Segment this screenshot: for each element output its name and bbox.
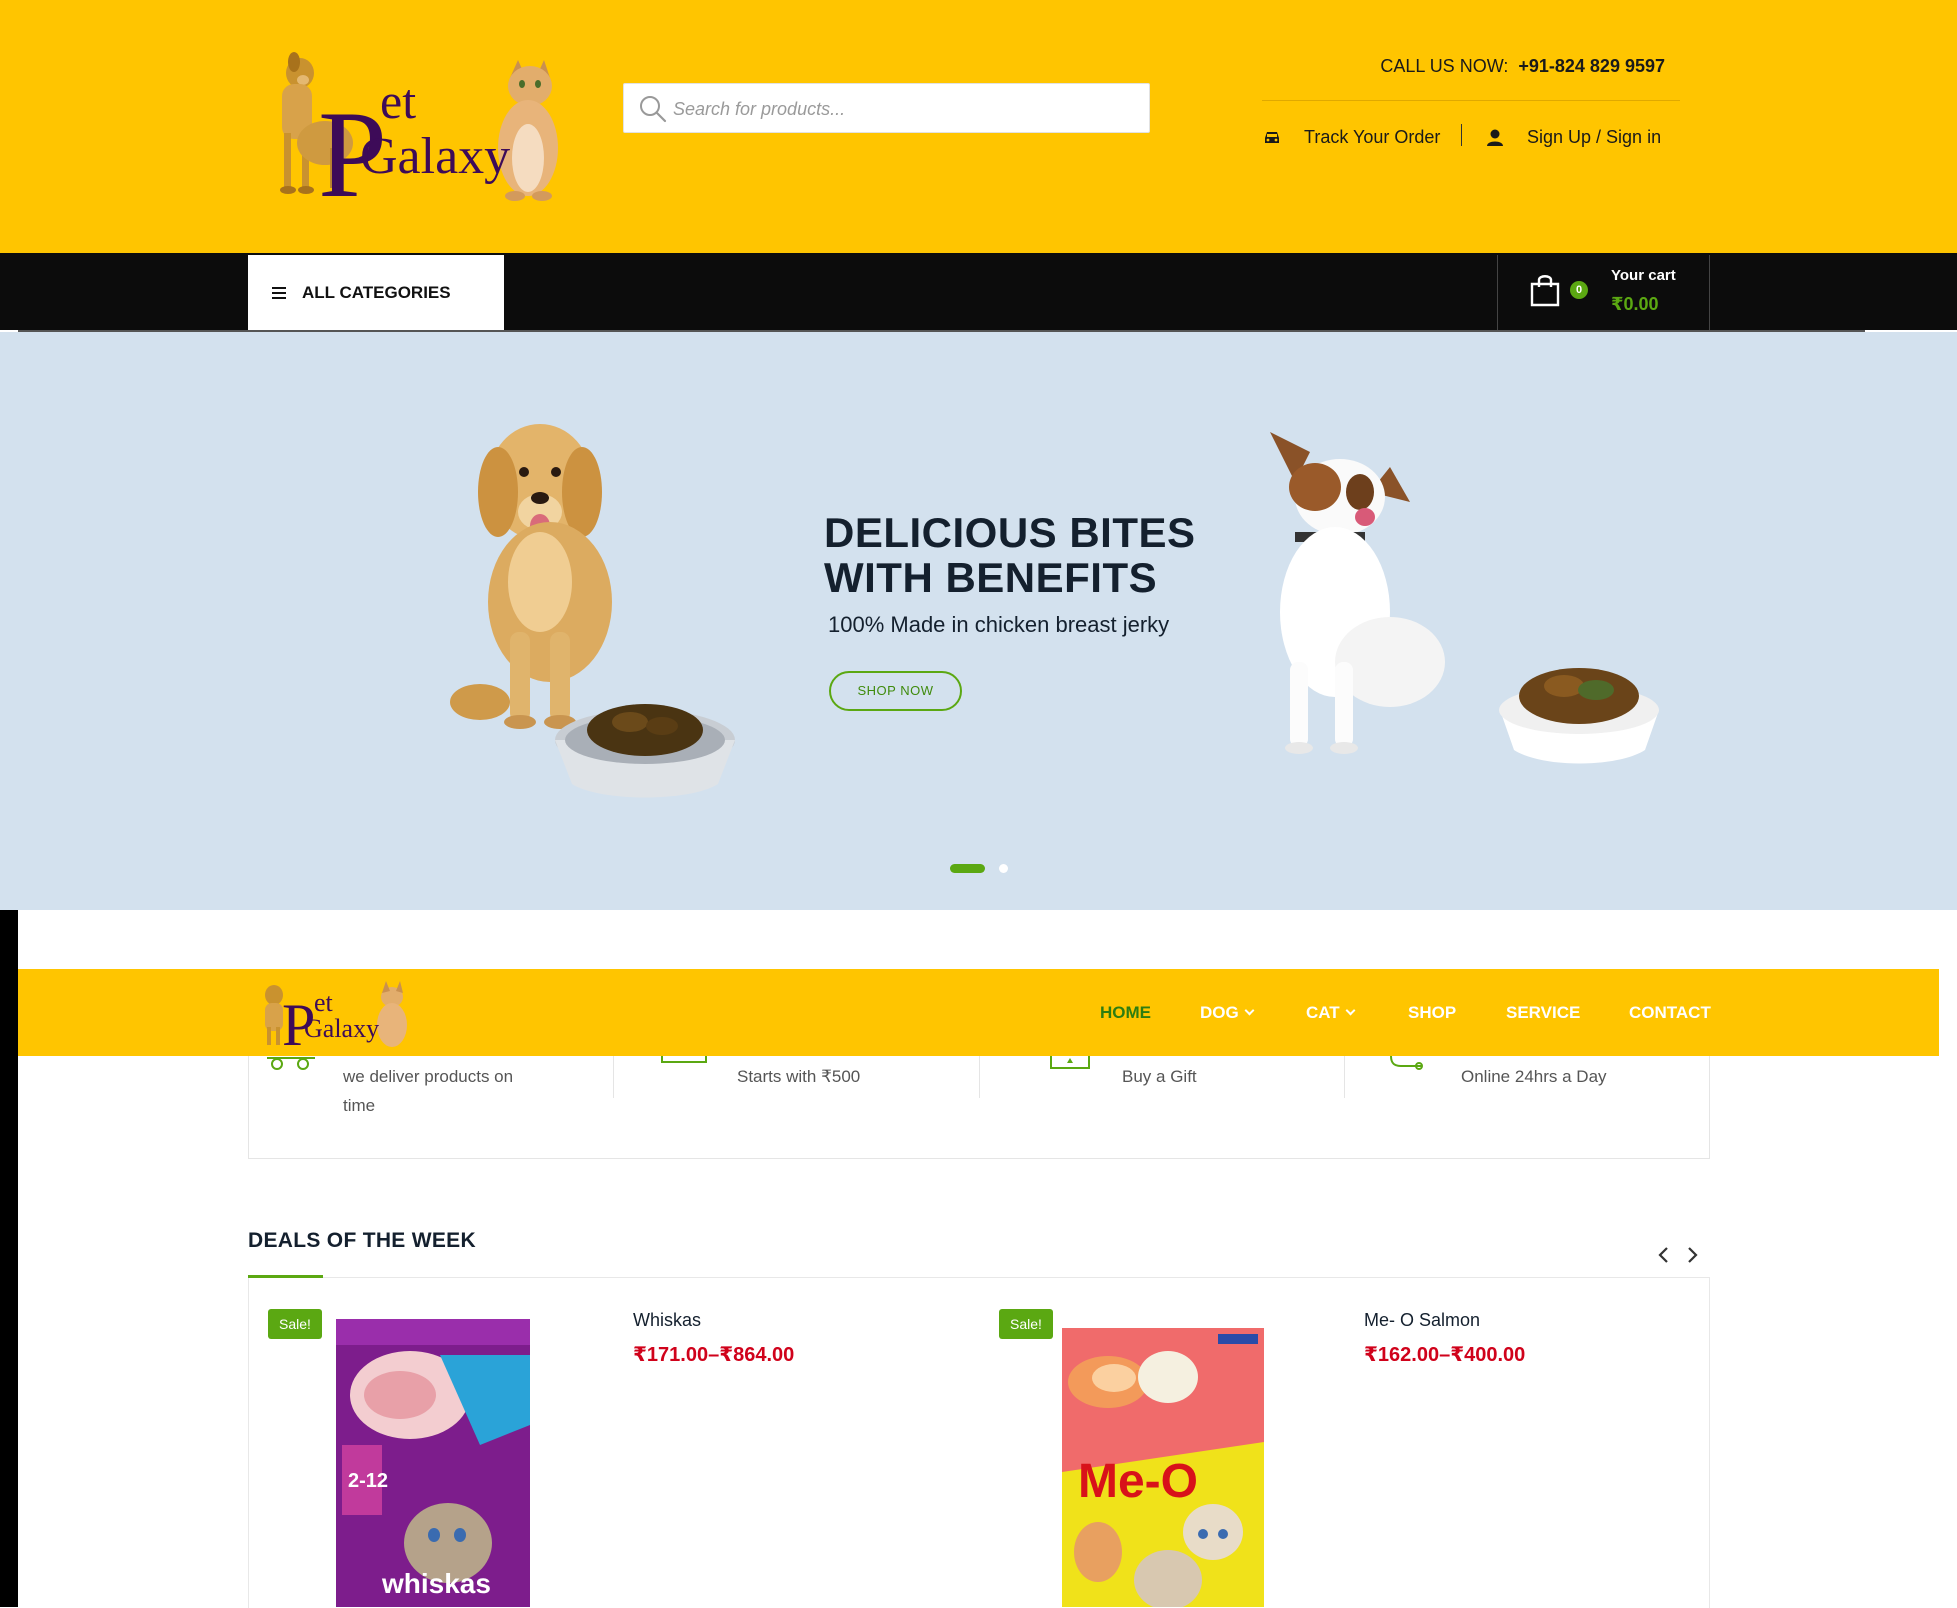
- hero-subtitle: 100% Made in chicken breast jerky: [828, 612, 1170, 637]
- logo-word-et: et: [380, 73, 416, 129]
- jack-russell-image: [1270, 432, 1445, 754]
- deals-section-title: DEALS OF THE WEEK: [248, 1229, 476, 1252]
- slider-dot-2[interactable]: [999, 864, 1008, 873]
- wallet-icon: [661, 1056, 707, 1063]
- feature-text-gift: Buy a Gift: [1122, 1067, 1197, 1086]
- food-bowl-white-image: [1499, 668, 1659, 764]
- svg-text:et: et: [314, 988, 334, 1017]
- nav-dog-label: DOG: [1200, 1003, 1239, 1022]
- menu-icon: [272, 286, 286, 299]
- left-edge-strip: [0, 910, 18, 1607]
- svg-text:Galaxy: Galaxy: [304, 1014, 379, 1043]
- sticky-logo[interactable]: P et Galaxy: [258, 979, 418, 1049]
- nav-cat[interactable]: CAT: [1306, 1003, 1356, 1023]
- feature-separator: [979, 1056, 980, 1098]
- nav-home-label: HOME: [1100, 1003, 1151, 1022]
- header-divider: [1262, 100, 1680, 101]
- food-bowl-image: [555, 704, 735, 798]
- pet-galaxy-logo[interactable]: P et Galaxy: [270, 48, 570, 223]
- cart-total: ₹0.00: [1611, 294, 1659, 314]
- truck-icon: [267, 1057, 315, 1070]
- all-categories-label: ALL CATEGORIES: [302, 282, 451, 302]
- phone-number[interactable]: +91-824 829 9597: [1518, 56, 1665, 76]
- sign-in-label: Sign Up / Sign in: [1527, 126, 1662, 147]
- svg-text:whiskas: whiskas: [381, 1568, 491, 1599]
- logo-word-galaxy: Galaxy: [360, 128, 510, 185]
- track-order-link[interactable]: Track Your Order: [1262, 122, 1440, 152]
- cart-label: Your cart: [1611, 267, 1676, 284]
- search-box: [623, 83, 1150, 133]
- nav-cat-label: CAT: [1306, 1003, 1340, 1022]
- svg-text:Me-O: Me-O: [1078, 1455, 1198, 1508]
- sale-badge: Sale!: [268, 1309, 322, 1339]
- search-input[interactable]: [673, 92, 1133, 126]
- sign-in-link[interactable]: Sign Up / Sign in: [1485, 122, 1661, 152]
- car-icon: [1265, 132, 1279, 143]
- features-strip: we deliver products on time Starts with …: [248, 1056, 1710, 1159]
- product-price: ₹171.00–₹864.00: [633, 1344, 795, 1366]
- sale-badge: Sale!: [999, 1309, 1053, 1339]
- product-image-whiskas[interactable]: 2-12 whiskas: [330, 1315, 536, 1607]
- hero-title-line-2: WITH BENEFITS: [824, 554, 1158, 601]
- feature-separator: [613, 1056, 614, 1098]
- shopping-bag-icon: [1530, 275, 1560, 307]
- product-name[interactable]: Me- O Salmon: [1364, 1310, 1480, 1331]
- nav-shop[interactable]: SHOP: [1408, 1003, 1456, 1023]
- nav-dog[interactable]: DOG: [1200, 1003, 1255, 1023]
- nav-service-label: SERVICE: [1506, 1003, 1581, 1022]
- feature-text-support: Online 24hrs a Day: [1461, 1067, 1607, 1086]
- support-icon: [1390, 1056, 1423, 1070]
- chevron-right-icon[interactable]: [1682, 1245, 1702, 1265]
- hero-title-line-1: DELICIOUS BITES: [824, 509, 1196, 556]
- call-us-label: CALL US NOW:: [1380, 56, 1509, 76]
- call-us-now: CALL US NOW: +91-824 829 9597: [1380, 56, 1665, 77]
- product-image-meo[interactable]: Me-O: [1058, 1322, 1268, 1607]
- gift-icon: [1050, 1056, 1090, 1069]
- hero-slider: DELICIOUS BITES WITH BENEFITS 100% Made …: [0, 332, 1957, 910]
- slider-dot-1[interactable]: [950, 864, 985, 873]
- nav-service[interactable]: SERVICE: [1506, 1003, 1580, 1023]
- chevron-left-icon[interactable]: [1654, 1245, 1674, 1265]
- svg-text:2-12: 2-12: [348, 1470, 388, 1492]
- nav-contact[interactable]: CONTACT: [1629, 1003, 1711, 1023]
- sticky-navbar: P et Galaxy HOME DOG CAT SHOP SERVICE CO…: [18, 969, 1939, 1056]
- nav-contact-label: CONTACT: [1629, 1003, 1711, 1022]
- nav-home[interactable]: HOME: [1100, 1003, 1151, 1023]
- nav-shop-label: SHOP: [1408, 1003, 1457, 1022]
- track-order-label: Track Your Order: [1304, 126, 1441, 147]
- cart-widget[interactable]: 0 Your cart ₹0.00: [1497, 255, 1710, 330]
- hero-title: DELICIOUS BITES WITH BENEFITS: [824, 510, 1196, 600]
- shop-now-button[interactable]: SHOP NOW: [829, 671, 962, 711]
- product-price: ₹162.00–₹400.00: [1364, 1344, 1526, 1366]
- product-name[interactable]: Whiskas: [633, 1310, 701, 1331]
- feature-separator: [1344, 1056, 1345, 1098]
- chevron-down-icon: [1345, 1005, 1356, 1016]
- feature-text-price: Starts with ₹500: [737, 1067, 861, 1086]
- account-separator: [1461, 124, 1462, 146]
- chevron-down-icon: [1244, 1005, 1255, 1016]
- cart-count-badge: 0: [1570, 281, 1588, 299]
- search-icon[interactable]: [638, 94, 668, 124]
- user-icon: [1487, 129, 1503, 146]
- all-categories-button[interactable]: ALL CATEGORIES: [248, 255, 504, 330]
- feature-text-delivery: we deliver products on time: [343, 1067, 514, 1115]
